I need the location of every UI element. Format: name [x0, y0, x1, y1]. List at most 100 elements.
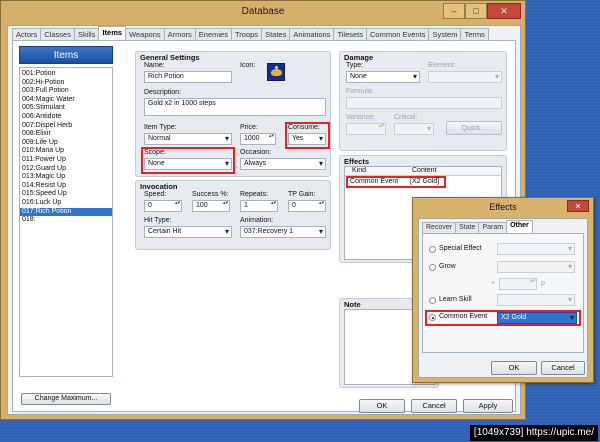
list-item[interactable]: 008:Elixir	[20, 130, 112, 139]
list-item[interactable]: 007:Dispel Herb	[20, 122, 112, 131]
quick-button: Quick...	[446, 121, 502, 135]
tab-recover[interactable]: Recover	[422, 222, 457, 233]
tab-states[interactable]: States	[261, 28, 291, 40]
tab-weapons[interactable]: Weapons	[125, 28, 165, 40]
list-item[interactable]: 001:Potion	[20, 70, 112, 79]
variance-label: Variance:	[346, 114, 376, 121]
effect-kind-cell[interactable]: Common Event	[350, 178, 398, 185]
name-input[interactable]: Rich Potion	[144, 71, 232, 83]
repeats-label: Repeats:	[240, 191, 269, 198]
special-effect-label: Special Effect	[439, 245, 482, 252]
animation-select[interactable]: 037:Recovery 1	[240, 226, 326, 238]
effect-content-cell[interactable]: [X2 Gold]	[410, 178, 439, 185]
list-item[interactable]: 006:Antidote	[20, 113, 112, 122]
dialog-tab-bar: Recover State Param Other	[422, 220, 533, 233]
list-item[interactable]: 010:Mana Up	[20, 147, 112, 156]
learn-skill-radio[interactable]	[429, 297, 436, 304]
apply-button[interactable]: Apply	[463, 399, 513, 413]
tab-enemies[interactable]: Enemies	[194, 28, 232, 40]
tab-other[interactable]: Other	[506, 220, 533, 233]
tab-animations[interactable]: Animations	[289, 28, 335, 40]
tp-gain-input[interactable]: 0	[288, 200, 326, 212]
list-item[interactable]: 018:	[20, 216, 112, 225]
icon-picker[interactable]	[267, 63, 285, 81]
watermark: [1049x739] https://upic.me/	[469, 425, 598, 441]
tab-terms[interactable]: Terms	[460, 28, 489, 40]
learn-skill-select	[497, 294, 575, 306]
tab-system[interactable]: System	[428, 28, 462, 40]
list-item[interactable]: 011:Power Up	[20, 156, 112, 165]
grow-value-input	[499, 278, 537, 290]
list-item[interactable]: 016:Luck Up	[20, 199, 112, 208]
minimize-button[interactable]: –	[443, 3, 465, 19]
invocation-group: Invocation Speed: 0 Success %: 100 Repea…	[135, 180, 331, 250]
dialog-ok-button[interactable]: OK	[491, 361, 537, 375]
list-item[interactable]: 014:Resist Up	[20, 182, 112, 191]
tab-armors[interactable]: Armors	[163, 28, 196, 40]
hit-type-select[interactable]: Certain Hit	[144, 226, 232, 238]
list-item[interactable]: 015:Speed Up	[20, 190, 112, 199]
tab-skills[interactable]: Skills	[73, 28, 100, 40]
tab-common-events[interactable]: Common Events	[366, 28, 430, 40]
consume-label: Consume:	[288, 124, 320, 131]
grow-radio[interactable]	[429, 264, 436, 271]
formula-input	[346, 97, 502, 109]
effects-title: Effects	[344, 157, 370, 166]
close-button[interactable]: ✕	[487, 3, 521, 19]
damage-type-select[interactable]: None	[346, 71, 420, 83]
list-item[interactable]: 009:Life Up	[20, 139, 112, 148]
price-label: Price:	[240, 124, 258, 131]
tab-items[interactable]: Items	[98, 26, 127, 40]
tab-tilesets[interactable]: Tilesets	[333, 28, 367, 40]
damage-type-label: Type:	[346, 62, 364, 69]
list-item[interactable]: 003:Full Potion	[20, 87, 112, 96]
list-item[interactable]: 013:Magic Up	[20, 173, 112, 182]
effects-dialog: Effects ✕ Recover State Param Other Spec…	[412, 197, 594, 383]
list-item[interactable]: 012:Guard Up	[20, 165, 112, 174]
formula-label: Formula:	[346, 88, 374, 95]
damage-title: Damage	[344, 53, 374, 62]
list-item-selected[interactable]: 017:Rich Potion	[20, 207, 112, 217]
tab-bar: Actors Classes Skills Items Weapons Armo…	[12, 26, 489, 40]
tab-troops[interactable]: Troops	[230, 28, 263, 40]
element-label: Element:	[428, 62, 456, 69]
change-maximum-button[interactable]: Change Maximum...	[21, 393, 111, 405]
tab-classes[interactable]: Classes	[40, 28, 75, 40]
tab-param[interactable]: Param	[478, 222, 508, 233]
occasion-select[interactable]: Always	[240, 158, 326, 170]
icon-label: Icon:	[240, 62, 256, 69]
maximize-button[interactable]: □	[465, 3, 487, 19]
grow-p-label: p	[541, 280, 545, 287]
success-input[interactable]: 100	[192, 200, 230, 212]
items-list[interactable]: 001:Potion 002:Hi-Potion 003:Full Potion…	[19, 67, 113, 377]
grow-plus-label: +	[491, 280, 496, 287]
dialog-cancel-button[interactable]: Cancel	[541, 361, 585, 375]
price-input[interactable]: 1000	[240, 133, 276, 145]
learn-skill-label: Learn Skill	[439, 296, 472, 303]
element-select	[428, 71, 502, 83]
ok-button[interactable]: OK	[359, 399, 405, 413]
scope-select[interactable]: None	[144, 158, 232, 170]
tab-state[interactable]: State	[455, 222, 480, 233]
list-item[interactable]: 002:Hi-Potion	[20, 79, 112, 88]
content-header: Content	[412, 167, 437, 174]
dialog-close-button[interactable]: ✕	[567, 200, 589, 212]
repeats-input[interactable]: 1	[240, 200, 278, 212]
speed-input[interactable]: 0	[144, 200, 182, 212]
damage-group: Damage Type: None Element: Formula: Vari…	[339, 51, 507, 151]
item-type-label: Item Type:	[144, 124, 177, 131]
consume-select[interactable]: Yes	[288, 133, 326, 145]
variance-input	[346, 123, 386, 135]
description-input[interactable]: Gold x2 in 1000 steps	[144, 98, 326, 116]
common-event-radio[interactable]	[429, 314, 436, 321]
occasion-label: Occasion:	[240, 149, 272, 156]
item-type-select[interactable]: Normal	[144, 133, 232, 145]
common-event-label: Common Event	[439, 313, 488, 320]
list-item[interactable]: 005:Stimulant	[20, 104, 112, 113]
special-effect-radio[interactable]	[429, 246, 436, 253]
cancel-button[interactable]: Cancel	[411, 399, 457, 413]
tab-actors[interactable]: Actors	[12, 28, 42, 40]
list-item[interactable]: 004:Magic Water	[20, 96, 112, 105]
lamp-icon	[271, 66, 282, 76]
common-event-select[interactable]: X2 Gold	[497, 312, 577, 324]
